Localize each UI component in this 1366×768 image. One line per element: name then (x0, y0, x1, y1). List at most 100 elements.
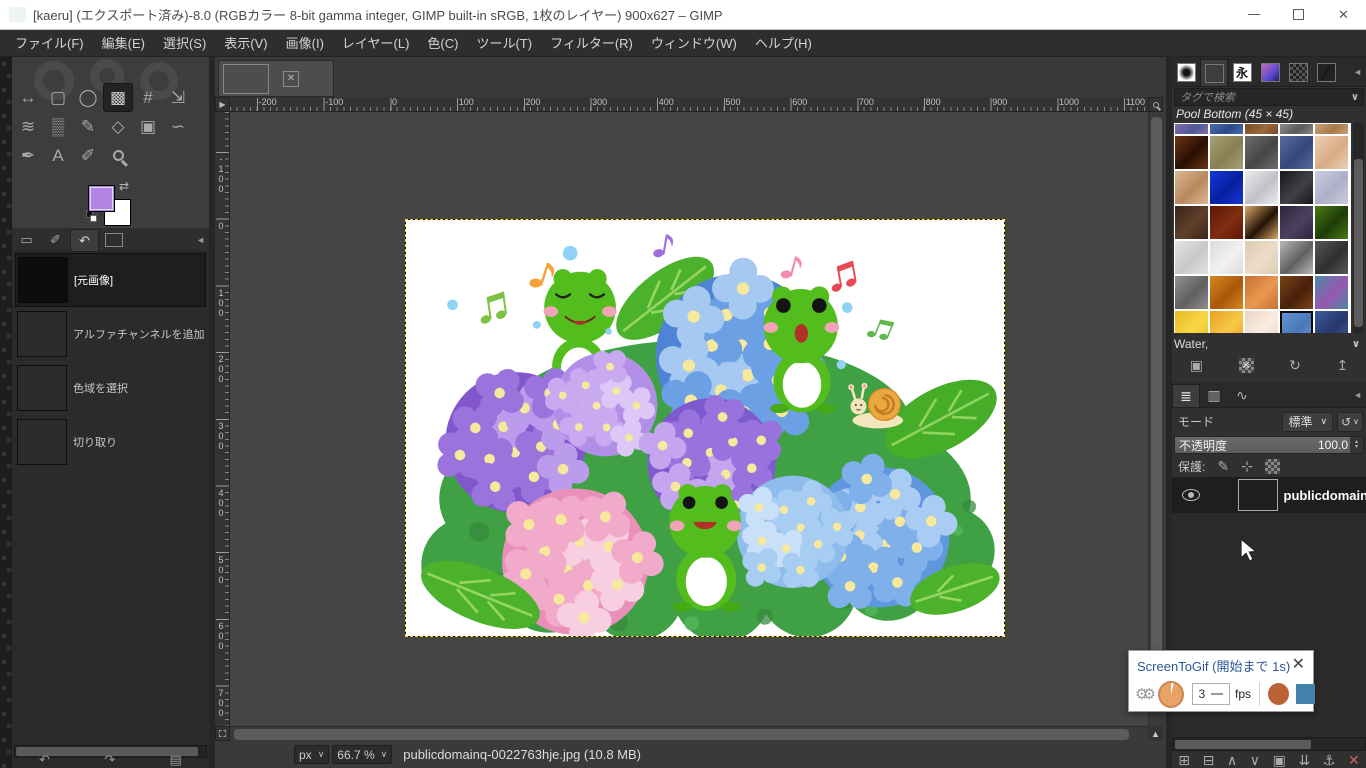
smudge-tool[interactable]: ∽ (163, 112, 193, 141)
new-layer-button[interactable]: ⊞ (1178, 752, 1190, 768)
undo-button[interactable]: ↶ (39, 752, 50, 768)
dock-menu-arrow-icon[interactable]: ◄ (1353, 390, 1362, 400)
duplicate-pattern-button[interactable]: ▣ (1190, 357, 1203, 374)
pattern-swatch[interactable] (1315, 311, 1348, 333)
pattern-swatch[interactable] (1245, 311, 1278, 333)
reset-colors-icon[interactable] (86, 211, 98, 223)
opacity-slider[interactable]: 不透明度 100.0 ▴▾ (1174, 436, 1364, 454)
pattern-swatch[interactable] (1245, 206, 1278, 239)
maximize-button[interactable] (1276, 0, 1321, 29)
open-pattern-button[interactable]: ↥ (1336, 357, 1348, 374)
layer-list-item[interactable]: publicdomainq (1172, 477, 1366, 513)
pattern-swatch[interactable] (1315, 276, 1348, 309)
fps-value-field[interactable] (1193, 687, 1211, 701)
pattern-swatch[interactable] (1315, 206, 1348, 239)
move-tool[interactable]: ↔ (13, 83, 43, 112)
pattern-search-input[interactable]: タグで検索 ∨ (1174, 88, 1364, 106)
pattern-swatch[interactable] (1280, 171, 1313, 204)
menu-view[interactable]: 表示(V) (215, 30, 276, 57)
pattern-grid-scrollbar[interactable] (1353, 123, 1364, 333)
zoom-follow-window-button[interactable] (1148, 97, 1163, 112)
menu-file[interactable]: ファイル(F) (6, 30, 93, 57)
anchor-layer-button[interactable]: ⚓ (1323, 752, 1336, 768)
close-button[interactable]: ✕ (1321, 0, 1366, 29)
stop-button[interactable] (1296, 684, 1315, 704)
history-item[interactable]: 色域を選択 (15, 361, 206, 415)
pattern-swatch[interactable] (1175, 276, 1208, 309)
tab-device-status[interactable]: ✐ (41, 229, 70, 251)
pattern-swatch[interactable] (1315, 136, 1348, 169)
screentogif-window[interactable]: ScreenToGif (開始まで 1s) ✕ ⚙⚙ fps (1128, 650, 1314, 712)
select-by-color-tool[interactable]: ▩ (103, 83, 133, 112)
ruler-origin-button[interactable]: ▶ (215, 97, 230, 112)
tab-channels[interactable]: ▥ (1200, 384, 1228, 407)
pattern-swatch[interactable] (1245, 124, 1278, 134)
lock-alpha-icon[interactable] (1265, 459, 1280, 474)
minimize-button[interactable] (1231, 0, 1276, 29)
new-group-button[interactable]: ⊟ (1203, 752, 1215, 768)
pattern-swatch[interactable] (1175, 136, 1208, 169)
swap-colors-icon[interactable]: ⇄ (119, 179, 129, 193)
visibility-eye-icon[interactable] (1182, 489, 1200, 501)
history-item[interactable]: 切り取り (15, 415, 206, 469)
paintbrush-tool[interactable]: ✎ (73, 112, 103, 141)
settings-gears-icon[interactable]: ⚙⚙ (1135, 685, 1150, 703)
history-item[interactable]: アルファチャンネルを追加 (15, 307, 206, 361)
unit-dropdown[interactable]: px∨ (294, 745, 329, 764)
screentogif-close-icon[interactable]: ✕ (1292, 654, 1305, 674)
tab-patterns[interactable] (1200, 59, 1228, 86)
pattern-swatch[interactable] (1315, 241, 1348, 274)
pattern-swatch[interactable] (1175, 124, 1208, 134)
pattern-swatch[interactable] (1280, 241, 1313, 274)
tab-undo-history[interactable]: ↶ (70, 229, 99, 251)
merge-down-button[interactable]: ⇊ (1298, 752, 1310, 768)
layers-scrollbar[interactable] (1172, 737, 1366, 751)
pattern-swatch[interactable] (1280, 206, 1313, 239)
gradient-tool[interactable]: ▒ (43, 112, 73, 141)
tab-document-history[interactable] (1256, 59, 1284, 86)
tab-palettes[interactable] (1284, 59, 1312, 86)
pattern-swatch[interactable] (1280, 124, 1313, 134)
pattern-swatch[interactable] (1245, 241, 1278, 274)
menu-image[interactable]: 画像(I) (277, 30, 333, 57)
pattern-swatch[interactable] (1245, 276, 1278, 309)
menu-help[interactable]: ヘルプ(H) (746, 30, 821, 57)
pattern-swatch[interactable] (1280, 136, 1313, 169)
color-picker-tool[interactable]: ✐ (73, 141, 103, 170)
history-item[interactable]: [元画像] (15, 253, 206, 307)
raise-layer-button[interactable]: ∧ (1227, 752, 1237, 768)
dock-menu-arrow-icon[interactable]: ◄ (196, 235, 205, 245)
lower-layer-button[interactable]: ∨ (1250, 752, 1260, 768)
canvas-horizontal-scrollbar[interactable] (230, 726, 1148, 741)
zoom-dropdown[interactable]: 66.7 %∨ (332, 745, 392, 764)
clone-tool[interactable]: ▣ (133, 112, 163, 141)
tab-layers[interactable]: ≣ (1172, 384, 1200, 407)
pattern-swatch[interactable] (1175, 241, 1208, 274)
pattern-swatch[interactable] (1210, 276, 1243, 309)
dock-menu-arrow-icon[interactable]: ◄ (1353, 67, 1362, 77)
tab-image-thumbnail[interactable] (99, 229, 128, 251)
pattern-swatch[interactable] (1210, 171, 1243, 204)
canvas-image[interactable] (405, 219, 1005, 637)
lock-position-icon[interactable]: ⊹ (1241, 458, 1253, 475)
rectangle-select-tool[interactable]: ▢ (43, 83, 73, 112)
menu-edit[interactable]: 編集(E) (93, 30, 154, 57)
transform-tool[interactable]: ⇲ (163, 83, 193, 112)
menu-windows[interactable]: ウィンドウ(W) (642, 30, 746, 57)
record-button[interactable] (1268, 683, 1289, 705)
tab-brushes[interactable] (1172, 59, 1200, 86)
pattern-swatch[interactable] (1280, 311, 1313, 333)
opacity-spinner[interactable]: ▴▾ (1350, 437, 1363, 453)
eraser-tool[interactable]: ◇ (103, 112, 133, 141)
canvas-viewport[interactable] (230, 112, 1148, 726)
navigation-button[interactable]: ▲ (1148, 726, 1163, 741)
pattern-swatch[interactable] (1210, 136, 1243, 169)
crop-tool[interactable]: # (133, 83, 163, 112)
menu-tools[interactable]: ツール(T) (467, 30, 541, 57)
tab-fonts[interactable]: 永 (1228, 59, 1256, 86)
menu-filters[interactable]: フィルター(R) (541, 30, 642, 57)
pattern-swatch[interactable] (1245, 171, 1278, 204)
tab-dynamics[interactable]: ╱ (1312, 59, 1340, 86)
title-bar[interactable]: [kaeru] (エクスポート済み)-8.0 (RGBカラー 8-bit gam… (0, 0, 1366, 30)
tab-paths[interactable]: ∿ (1228, 384, 1256, 407)
